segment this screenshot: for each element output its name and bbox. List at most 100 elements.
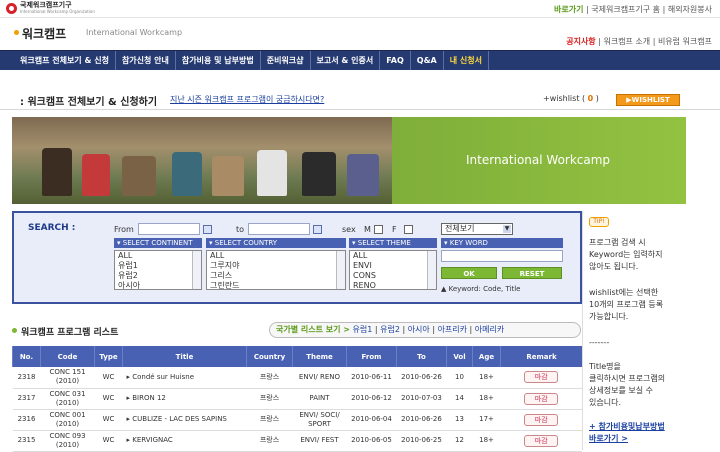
nav-item-all[interactable]: 워크캠프 전체보기 & 신청 (14, 51, 116, 70)
list-item[interactable]: 그루지야 (210, 261, 345, 271)
fee-guide-link[interactable]: + 참가비용및납부방법 바로가기 > (589, 421, 665, 445)
search-label: SEARCH : (28, 223, 76, 233)
nav-item-faq[interactable]: FAQ (380, 51, 411, 70)
banner-title: International Workcamp (466, 153, 611, 167)
region-link[interactable]: 유럽2 (380, 325, 400, 334)
about-link[interactable]: 워크캠프 소개 (603, 37, 650, 46)
region-link[interactable]: 아시아 (408, 325, 430, 334)
list-item[interactable]: 유럽2 (118, 271, 201, 281)
ok-button[interactable]: OK (441, 267, 497, 279)
list-item[interactable]: ALL (118, 251, 201, 261)
nav-item-workshop[interactable]: 준비워크샵 (261, 51, 311, 70)
program-title-link[interactable]: ▸ BIRON 12 (122, 388, 247, 410)
program-title-link[interactable]: ▸ CUBLIZE - LAC DES SAPINS (122, 409, 247, 431)
to-label: to (236, 225, 245, 234)
nav-item-qna[interactable]: Q&A (411, 51, 444, 70)
org-home-link[interactable]: 국제워크캠프기구 홈 (591, 5, 660, 14)
tip-text: 프로그램 검색 시 Keyword는 입력하지 않아도 됩니다. (589, 238, 663, 271)
non-europe-link[interactable]: 비유럽 워크캠프 (658, 37, 712, 46)
country-list-link[interactable]: 국가별 리스트 보기 > (276, 325, 350, 334)
col-code: Code (40, 346, 95, 367)
list-title: 워크캠프 프로그램 리스트 (21, 328, 119, 338)
region-filter-bar: 국가별 리스트 보기 > 유럽1 | 유럽2 | 아시아 | 아프리카 | 아메… (269, 322, 581, 338)
region-link[interactable]: 유럽1 (353, 325, 373, 334)
scrollbar[interactable] (336, 251, 345, 289)
nav-item-my-application[interactable]: 내 신청서 (444, 51, 489, 70)
nav-item-fees[interactable]: 참가비용 및 납부방법 (176, 51, 261, 70)
wishlist-button[interactable]: ▶ WISHLIST (616, 94, 680, 106)
scrollbar[interactable] (192, 251, 201, 289)
closed-badge: 마감 (524, 434, 559, 447)
tip-badge: TIP! (589, 217, 609, 227)
theme-header: ▾ SELECT THEME (349, 238, 437, 248)
nav-item-report[interactable]: 보고서 & 인증서 (311, 51, 381, 70)
country-header: ▾ SELECT COUNTRY (206, 238, 346, 248)
list-header: 워크캠프 프로그램 리스트 국가별 리스트 보기 > 유럽1 | 유럽2 | 아… (12, 322, 582, 340)
closed-badge: 마감 (524, 371, 559, 384)
country-listbox[interactable]: ALL 그루지야 그리스 그린란드 (206, 250, 346, 290)
male-label: M (364, 225, 371, 234)
female-label: F (392, 225, 397, 234)
female-checkbox[interactable] (404, 225, 413, 234)
table-row: 2315 CONC 093 (2010) WC ▸ KERVIGNAC 프랑스 … (12, 430, 582, 452)
view-select[interactable]: 전체보기 ▼ (441, 223, 513, 235)
list-item[interactable]: CONS (353, 271, 436, 281)
col-theme: Theme (292, 346, 347, 367)
list-item[interactable]: ENVI (353, 261, 436, 271)
table-row: 2317 CONC 031 (2010) WC ▸ BIRON 12 프랑스 P… (12, 388, 582, 410)
table-row: 2318 CONC 151 (2010) WC ▸ Condé sur Huis… (12, 367, 582, 389)
overseas-volunteer-link[interactable]: 해외자원봉사 (668, 5, 712, 14)
to-date-input[interactable] (248, 223, 310, 235)
from-calendar-icon[interactable] (203, 225, 212, 234)
reset-button[interactable]: RESET (502, 267, 562, 279)
from-date-input[interactable] (138, 223, 200, 235)
to-calendar-icon[interactable] (313, 225, 322, 234)
org-logo[interactable]: 국제워크캠프기구 International Workcamp Organiza… (6, 2, 95, 14)
region-link[interactable]: 아메리카 (475, 325, 504, 334)
col-no: No. (12, 346, 41, 367)
col-title: Title (122, 346, 247, 367)
col-country: Country (246, 346, 293, 367)
list-item[interactable]: 그린란드 (210, 281, 345, 291)
logo-mark-icon (6, 2, 17, 14)
program-title-link[interactable]: ▸ KERVIGNAC (122, 430, 247, 452)
col-age: Age (472, 346, 501, 367)
keyword-input[interactable] (441, 250, 563, 262)
shortcut-label: 바로가기 (554, 5, 584, 14)
list-item[interactable]: ALL (210, 251, 345, 261)
org-name: 국제워크캠프기구 (20, 1, 72, 9)
theme-listbox[interactable]: ALL ENVI CONS RENO (349, 250, 437, 290)
list-item[interactable]: 그리스 (210, 271, 345, 281)
keyword-header: ▾ KEY WORD (441, 238, 563, 248)
sex-label: sex (342, 225, 356, 234)
page-title: : 워크캠프 전체보기 & 신청하기 (20, 97, 158, 108)
nav-item-guide[interactable]: 참가신청 안내 (116, 51, 176, 70)
brand-dot-icon (14, 30, 19, 35)
volunteers-photo (12, 117, 412, 204)
list-item[interactable]: 유럽1 (118, 261, 201, 271)
list-dot-icon (12, 328, 17, 333)
male-checkbox[interactable] (374, 225, 383, 234)
brand-header: 워크캠프 International Workcamp 공지사항 | 워크캠프 … (0, 18, 720, 46)
scrollbar[interactable] (427, 251, 436, 289)
col-to: To (396, 346, 447, 367)
brand-name[interactable]: 워크캠프 (22, 25, 66, 42)
page-header: : 워크캠프 전체보기 & 신청하기 지난 시즌 워크캠프 프로그램이 궁금하시… (0, 86, 720, 110)
main-nav: 워크캠프 전체보기 & 신청 참가신청 안내 참가비용 및 납부방법 준비워크샵… (0, 50, 720, 70)
program-title-link[interactable]: ▸ Condé sur Huisne (122, 367, 247, 389)
past-season-link[interactable]: 지난 시즌 워크캠프 프로그램이 궁금하시다면? (170, 94, 324, 105)
wishlist-counter[interactable]: +wishlist ( 0 ) (543, 94, 599, 103)
list-item[interactable]: ALL (353, 251, 436, 261)
col-from: From (346, 346, 397, 367)
search-panel: SEARCH : From to sex M F 전체보기 ▼ ▾ SELECT … (12, 211, 582, 304)
continent-listbox[interactable]: ALL 유럽1 유럽2 아시아 (114, 250, 202, 290)
closed-badge: 마감 (524, 413, 559, 426)
list-item[interactable]: RENO (353, 281, 436, 291)
org-sub: International Workcamp Organization (20, 9, 95, 14)
notice-link[interactable]: 공지사항 (566, 37, 595, 46)
list-item[interactable]: 아시아 (118, 281, 201, 291)
region-link[interactable]: 아프리카 (438, 325, 467, 334)
tip-text: Title명을 클릭하시면 프로그램의 상세정보를 보실 수 있습니다. (589, 362, 666, 407)
top-bar: 국제워크캠프기구 International Workcamp Organiza… (0, 0, 720, 18)
col-remark: Remark (500, 346, 582, 367)
